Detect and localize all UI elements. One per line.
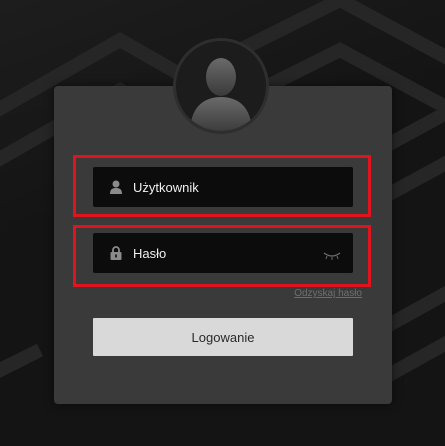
login-screen: Użytkownik Hasło Odzyskaj hasło Logowani… — [0, 0, 445, 446]
username-field[interactable]: Użytkownik — [93, 167, 353, 207]
login-button[interactable]: Logowanie — [93, 318, 353, 356]
password-field[interactable]: Hasło — [93, 233, 353, 273]
eye-closed-icon[interactable] — [323, 248, 341, 260]
user-icon — [108, 179, 124, 195]
recover-password-link[interactable]: Odzyskaj hasło — [294, 288, 362, 299]
username-placeholder: Użytkownik — [133, 179, 199, 195]
password-placeholder: Hasło — [133, 245, 167, 261]
avatar-icon — [173, 38, 269, 134]
lock-icon — [108, 245, 124, 261]
